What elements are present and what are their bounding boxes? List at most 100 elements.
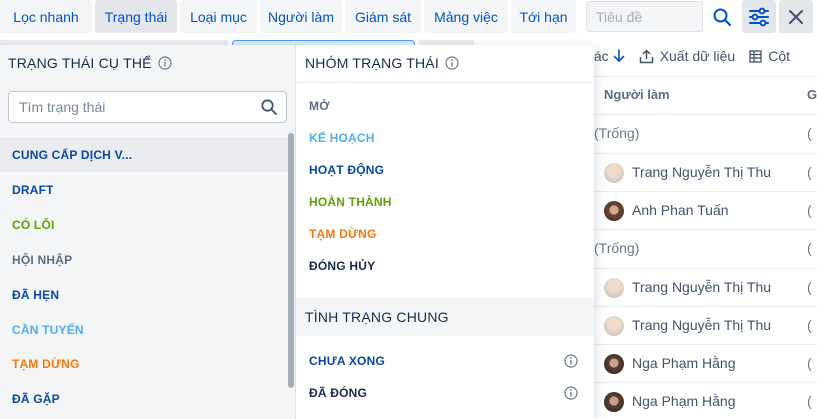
close-button[interactable] (779, 0, 813, 33)
tab-label: Giám sát (354, 8, 411, 25)
status-option[interactable]: CẦN TUYỂN (0, 313, 290, 347)
info-icon[interactable] (564, 386, 578, 400)
general-status-option[interactable]: ĐÃ ĐÓNG (296, 377, 594, 409)
status-group-option[interactable]: KẾ HOẠCH (296, 122, 594, 154)
general-status-header: TÌNH TRẠNG CHUNG (296, 298, 594, 336)
tab-supervisor[interactable]: Giám sát (345, 0, 421, 33)
tab-label: Người làm (267, 8, 334, 25)
status-group-option[interactable]: TẠM DỪNG (296, 218, 594, 250)
status-group-option[interactable]: HOẠT ĐỘNG (296, 154, 594, 186)
export-label: Xuất dữ liệu (659, 48, 736, 64)
info-icon[interactable] (158, 56, 172, 70)
info-icon[interactable] (564, 354, 578, 368)
status-option[interactable]: ĐÃ HẸN (0, 278, 290, 312)
tab-status[interactable]: Trạng thái (95, 0, 177, 33)
assignee-name: (Trống) (594, 125, 640, 141)
tab-item-type[interactable]: Loại mục (180, 0, 257, 33)
status-option[interactable]: DRAFT (0, 173, 290, 207)
table-toolbar: tác Xuất dữ liệu Cột (590, 42, 790, 70)
column-header-assignee[interactable]: Người làm (604, 87, 670, 102)
arrow-down-icon (613, 49, 624, 63)
table-row[interactable]: Nga Phạm Hằng ( (592, 344, 817, 382)
g-cell: ( (807, 125, 812, 141)
status-filter-dropdown: TRẠNG THÁI CỤ THỂ CUNG CẤP DỊCH V...DRAF… (0, 45, 594, 419)
column-header-g[interactable]: G (807, 87, 817, 102)
tab-label: Trạng thái (104, 8, 168, 25)
table-row[interactable]: Trang Nguyễn Thị Thu ( (592, 268, 817, 306)
g-cell: ( (807, 355, 812, 371)
status-group-option[interactable]: HOÀN THÀNH (296, 186, 594, 218)
specific-status-header: TRẠNG THÁI CỤ THỂ (8, 55, 172, 71)
assignee-name: Nga Phạm Hằng (632, 355, 736, 371)
filter-bar: Lọc nhanh Trạng thái Loại mục Người làm … (0, 0, 817, 34)
specific-status-title: TRẠNG THÁI CỤ THỂ (8, 55, 152, 71)
columns-button[interactable]: Cột (749, 48, 790, 64)
tab-due-date[interactable]: Tới hạn (511, 0, 576, 33)
assignee-name: Nga Phạm Hằng (632, 393, 736, 409)
g-cell: ( (807, 393, 812, 409)
status-option[interactable]: ĐÃ GẶP (0, 382, 290, 416)
export-button[interactable]: Xuất dữ liệu (639, 48, 736, 64)
search-icon (713, 8, 732, 26)
avatar (604, 201, 624, 221)
avatar (604, 278, 624, 298)
assignee-name: Trang Nguyễn Thị Thu (632, 164, 772, 180)
g-cell: ( (807, 202, 812, 218)
filter-settings-icon (749, 7, 769, 26)
assignee-name: (Trống) (594, 240, 640, 256)
status-list-scrollbar[interactable] (288, 133, 294, 388)
columns-label: Cột (768, 48, 791, 64)
g-cell: ( (807, 164, 812, 180)
table-header-divider (592, 76, 817, 77)
status-group-option[interactable]: MỞ (296, 90, 594, 122)
table-row[interactable]: Trang Nguyễn Thị Thu ( (592, 153, 817, 191)
table-row[interactable]: Trang Nguyễn Thị Thu ( (592, 306, 817, 344)
tab-assignee[interactable]: Người làm (260, 0, 342, 33)
g-cell: ( (807, 279, 812, 295)
info-icon[interactable] (445, 56, 459, 70)
avatar (604, 163, 624, 183)
general-status-label: CHƯA XONG (309, 354, 385, 368)
table-row[interactable]: Anh Phan Tuấn ( (592, 191, 817, 229)
status-option[interactable]: CUNG CẤP DỊCH V... (0, 138, 290, 172)
assignee-name: Trang Nguyễn Thị Thu (632, 317, 772, 333)
status-group-title: NHÓM TRẠNG THÁI (305, 55, 439, 71)
tab-label: Mảng việc (434, 8, 498, 25)
tab-label: Loại mục (190, 8, 247, 25)
tab-workstream[interactable]: Mảng việc (424, 0, 508, 33)
status-option[interactable]: TẠM DỪNG (0, 347, 290, 381)
divider (296, 82, 594, 83)
status-search-box (8, 91, 287, 123)
search-button[interactable] (705, 0, 739, 33)
status-option[interactable]: HỘI NHẬP (0, 243, 290, 277)
app-root: Lọc nhanh Trạng thái Loại mục Người làm … (0, 0, 817, 419)
tab-label: Tới hạn (519, 8, 568, 25)
g-cell: ( (807, 240, 812, 256)
export-icon (639, 48, 653, 63)
title-search-input[interactable] (596, 8, 702, 25)
status-group-column: NHÓM TRẠNG THÁI MỞ KẾ HOẠCH HOẠT ĐỘNG HOÀN … (296, 45, 594, 419)
avatar (604, 392, 624, 412)
general-status-option[interactable]: CHƯA XONG (296, 345, 594, 377)
tab-label: Lọc nhanh (13, 8, 79, 25)
assignee-name: Anh Phan Tuấn (632, 202, 729, 218)
status-group-header: NHÓM TRẠNG THÁI (305, 55, 459, 71)
table-row[interactable]: Nga Phạm Hằng ( (592, 382, 817, 419)
avatar (604, 354, 624, 374)
general-status-label: ĐÃ ĐÓNG (309, 386, 368, 400)
specific-status-column: TRẠNG THÁI CỤ THỂ CUNG CẤP DỊCH V...DRAF… (0, 45, 296, 419)
status-option[interactable]: CÓ LỖI (0, 208, 290, 242)
close-icon (789, 9, 803, 24)
avatar (604, 316, 624, 336)
table-row[interactable]: (Trống) ( (592, 114, 817, 152)
status-group-option[interactable]: ĐÓNG HỦY (296, 250, 594, 282)
table-row[interactable]: (Trống) ( (592, 229, 817, 267)
columns-icon (749, 49, 762, 63)
sort-button[interactable]: tác (590, 48, 625, 64)
filter-settings-button[interactable] (742, 0, 776, 33)
g-cell: ( (807, 317, 812, 333)
status-search-input[interactable] (19, 99, 259, 115)
tab-quick-filter[interactable]: Lọc nhanh (0, 0, 92, 33)
title-search-box (586, 1, 703, 32)
search-icon (261, 99, 277, 115)
